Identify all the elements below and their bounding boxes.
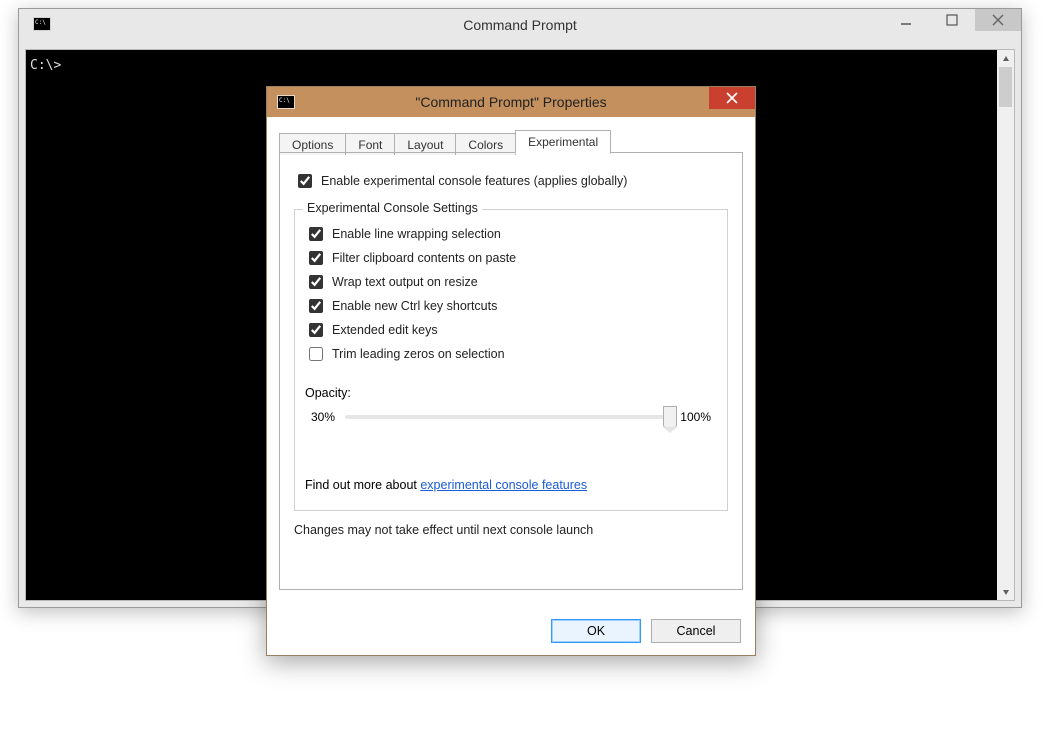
window-caption-buttons (883, 9, 1021, 31)
dialog-app-icon (277, 95, 295, 109)
cancel-button[interactable]: Cancel (651, 619, 741, 643)
main-window-title: Command Prompt (19, 17, 1021, 33)
dialog-close-button[interactable] (709, 87, 755, 109)
cmd-app-icon (33, 17, 51, 31)
scroll-track[interactable] (997, 67, 1014, 583)
enable-experimental-checkbox-row[interactable]: Enable experimental console features (ap… (294, 171, 728, 191)
ok-button-label: OK (587, 624, 605, 638)
opacity-slider[interactable] (345, 415, 670, 419)
tab-experimental[interactable]: Experimental (515, 130, 611, 154)
tab-label: Options (292, 138, 333, 152)
filter-clipboard-checkbox-row[interactable]: Filter clipboard contents on paste (305, 248, 717, 268)
learn-more-text: Find out more about experimental console… (305, 478, 717, 492)
main-titlebar[interactable]: Command Prompt (19, 9, 1021, 41)
tab-label: Font (358, 138, 382, 152)
wrap-resize-checkbox[interactable] (309, 275, 323, 289)
scroll-down-arrow-icon[interactable] (997, 583, 1014, 600)
filter-clipboard-checkbox[interactable] (309, 251, 323, 265)
footnote-text: Changes may not take effect until next c… (294, 523, 728, 537)
tabpanel-experimental: Enable experimental console features (ap… (279, 152, 743, 590)
ctrl-shortcuts-checkbox[interactable] (309, 299, 323, 313)
properties-dialog: "Command Prompt" Properties Options Font… (266, 86, 756, 656)
minimize-button[interactable] (883, 9, 929, 31)
learn-more-prefix: Find out more about (305, 478, 420, 492)
enable-experimental-label: Enable experimental console features (ap… (321, 174, 627, 188)
checkbox-label: Wrap text output on resize (332, 275, 478, 289)
vertical-scrollbar[interactable] (997, 50, 1014, 600)
dialog-titlebar[interactable]: "Command Prompt" Properties (267, 87, 755, 117)
trim-zeros-checkbox-row[interactable]: Trim leading zeros on selection (305, 344, 717, 364)
line-wrap-checkbox[interactable] (309, 227, 323, 241)
enable-experimental-checkbox[interactable] (298, 174, 312, 188)
dialog-title: "Command Prompt" Properties (267, 94, 755, 110)
ctrl-shortcuts-checkbox-row[interactable]: Enable new Ctrl key shortcuts (305, 296, 717, 316)
tab-label: Colors (468, 138, 503, 152)
group-legend: Experimental Console Settings (303, 201, 482, 215)
checkbox-label: Enable new Ctrl key shortcuts (332, 299, 497, 313)
tab-label: Experimental (528, 135, 598, 149)
scroll-up-arrow-icon[interactable] (997, 50, 1014, 67)
dialog-body: Options Font Layout Colors Experimental … (267, 117, 755, 602)
console-prompt-text: C:\> (26, 50, 1014, 81)
opacity-max-label: 100% (680, 410, 711, 424)
extended-edit-checkbox[interactable] (309, 323, 323, 337)
wrap-resize-checkbox-row[interactable]: Wrap text output on resize (305, 272, 717, 292)
scroll-thumb[interactable] (999, 67, 1012, 107)
extended-edit-checkbox-row[interactable]: Extended edit keys (305, 320, 717, 340)
opacity-slider-thumb[interactable] (663, 406, 677, 428)
experimental-settings-group: Experimental Console Settings Enable lin… (294, 209, 728, 511)
tab-label: Layout (407, 138, 443, 152)
maximize-button[interactable] (929, 9, 975, 31)
experimental-features-link[interactable]: experimental console features (420, 478, 587, 492)
opacity-min-label: 30% (311, 410, 335, 424)
ok-button[interactable]: OK (551, 619, 641, 643)
checkbox-label: Enable line wrapping selection (332, 227, 501, 241)
opacity-slider-row: 30% 100% (305, 410, 717, 424)
tabstrip: Options Font Layout Colors Experimental (279, 129, 743, 153)
checkbox-label: Extended edit keys (332, 323, 438, 337)
dialog-button-row: OK Cancel (551, 619, 741, 643)
opacity-label: Opacity: (305, 386, 717, 400)
trim-zeros-checkbox[interactable] (309, 347, 323, 361)
cancel-button-label: Cancel (677, 624, 716, 638)
close-button[interactable] (975, 9, 1021, 31)
checkbox-label: Trim leading zeros on selection (332, 347, 505, 361)
line-wrap-checkbox-row[interactable]: Enable line wrapping selection (305, 224, 717, 244)
checkbox-label: Filter clipboard contents on paste (332, 251, 516, 265)
